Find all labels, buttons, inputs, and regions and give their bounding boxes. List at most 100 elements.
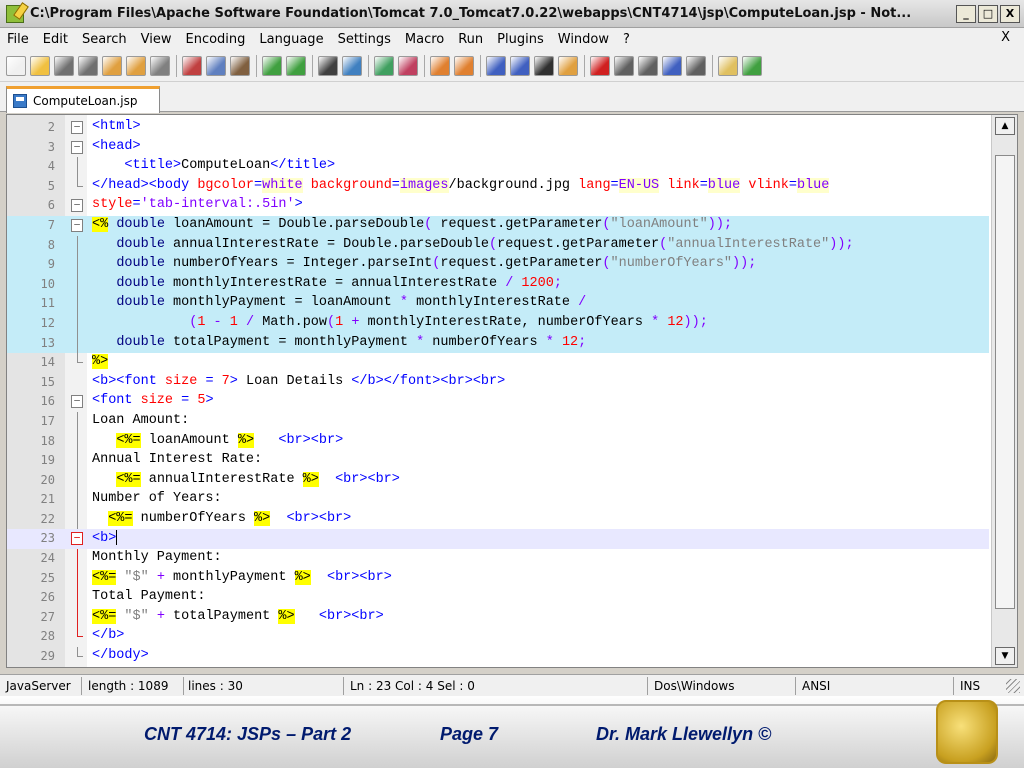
- code-line[interactable]: 6 − style='tab-interval:.5in'>: [7, 196, 989, 216]
- code-editor[interactable]: 2− <html> 3− <head> 4 <title>ComputeLoan</ti…: [6, 114, 1018, 668]
- spell-check-icon[interactable]: [742, 55, 762, 76]
- cut-icon[interactable]: [182, 55, 202, 76]
- code-line[interactable]: 17 Loan Amount:: [7, 411, 989, 432]
- code-line[interactable]: 18 <%= loanAmount %> <br><br>: [7, 431, 989, 452]
- code-line[interactable]: 4 <title>ComputeLoan</title>: [7, 157, 989, 178]
- code-lines[interactable]: 2− <html> 3− <head> 4 <title>ComputeLoan</ti…: [7, 118, 989, 667]
- code-line[interactable]: 5 </head><body bgcolor=white background=i…: [7, 176, 989, 197]
- save-all-icon[interactable]: [78, 55, 98, 76]
- code-line[interactable]: 19 Annual Interest Rate:: [7, 451, 989, 472]
- replace-icon[interactable]: [342, 55, 362, 76]
- line-number: 16: [40, 394, 55, 409]
- code-text: <%= annualInterestRate %> <br><br>: [116, 471, 400, 487]
- code-line[interactable]: 22 <%= numberOfYears %> <br><br>: [7, 509, 989, 530]
- copy-icon[interactable]: [206, 55, 226, 76]
- code-line[interactable]: 26 Total Payment:: [7, 588, 989, 609]
- record-macro-icon[interactable]: [590, 55, 610, 76]
- menu-search[interactable]: Search: [75, 32, 134, 47]
- code-text: <%= "$" + monthlyPayment %> <br><br>: [92, 569, 392, 585]
- code-line[interactable]: 2 − <html>: [7, 118, 989, 138]
- save-macro-icon[interactable]: [686, 55, 706, 76]
- code-line[interactable]: 28 </b>: [7, 627, 989, 647]
- menu-encoding[interactable]: Encoding: [178, 32, 252, 47]
- menu-settings[interactable]: Settings: [331, 32, 398, 47]
- line-number: 18: [40, 433, 55, 448]
- code-line[interactable]: 16 − <font size = 5>: [7, 392, 989, 412]
- paste-icon[interactable]: [230, 55, 250, 76]
- code-line[interactable]: 27 <%= "$" + totalPayment %> <br><br>: [7, 607, 989, 628]
- fold-toggle-icon[interactable]: −: [71, 218, 83, 232]
- sync-vertical-icon[interactable]: [430, 55, 450, 76]
- fold-toggle-icon[interactable]: −: [71, 199, 83, 213]
- fold-guide: [77, 451, 78, 472]
- fold-guide: [77, 333, 78, 354]
- menu-run[interactable]: Run: [451, 32, 490, 47]
- scroll-down-button[interactable]: ▼: [995, 647, 1015, 665]
- code-text: double monthlyInterestRate = annualInter…: [116, 275, 562, 291]
- code-line[interactable]: 7 − <% double loanAmount = Double.parseDou…: [7, 215, 989, 236]
- code-line[interactable]: 25 <%= "$" + monthlyPayment %> <br><br>: [7, 568, 989, 589]
- save-icon[interactable]: [54, 55, 74, 76]
- run-macro-multiple-icon[interactable]: [662, 55, 682, 76]
- indent-guide-icon[interactable]: [534, 55, 554, 76]
- word-wrap-icon[interactable]: [486, 55, 506, 76]
- find-icon[interactable]: [318, 55, 338, 76]
- redo-icon[interactable]: [286, 55, 306, 76]
- show-all-chars-icon[interactable]: [510, 55, 530, 76]
- zoom-out-icon[interactable]: [398, 55, 418, 76]
- menu-help[interactable]: ?: [616, 32, 637, 47]
- undo-icon[interactable]: [262, 55, 282, 76]
- code-line[interactable]: 13 double totalPayment = monthlyPayment …: [7, 333, 989, 354]
- code-text: </b>: [92, 628, 125, 644]
- menu-file[interactable]: File: [0, 32, 36, 47]
- code-line[interactable]: 8 double annualInterestRate = Double.par…: [7, 235, 989, 256]
- close-button[interactable]: X: [1000, 4, 1020, 23]
- zoom-in-icon[interactable]: [374, 55, 394, 76]
- footer-divider: [0, 704, 1024, 706]
- fold-toggle-icon[interactable]: −: [71, 532, 83, 546]
- menu-edit[interactable]: Edit: [36, 32, 75, 47]
- status-length: length : 1089: [84, 677, 184, 695]
- code-line[interactable]: 12 (1 - 1 / Math.pow(1 + monthlyInterest…: [7, 313, 989, 334]
- code-line[interactable]: 23 − <b>: [7, 529, 989, 550]
- language-icon[interactable]: [558, 55, 578, 76]
- line-number: 10: [40, 276, 55, 291]
- code-line[interactable]: 10 double monthlyInterestRate = annualIn…: [7, 274, 989, 295]
- code-line[interactable]: 3 − <head>: [7, 138, 989, 158]
- scroll-up-button[interactable]: ▲: [995, 117, 1015, 135]
- code-line[interactable]: 29 </body>: [7, 647, 989, 667]
- tab-computeloan[interactable]: ComputeLoan.jsp: [6, 86, 160, 113]
- open-file-icon[interactable]: [30, 55, 50, 76]
- maximize-button[interactable]: □: [978, 4, 998, 23]
- stop-record-icon[interactable]: [614, 55, 634, 76]
- sync-horizontal-icon[interactable]: [454, 55, 474, 76]
- vertical-scrollbar[interactable]: ▲ ▼: [991, 115, 1017, 667]
- fold-toggle-icon[interactable]: −: [71, 395, 83, 409]
- code-line[interactable]: 11 double monthlyPayment = loanAmount * …: [7, 294, 989, 315]
- print-icon[interactable]: [150, 55, 170, 76]
- menu-language[interactable]: Language: [252, 32, 330, 47]
- menu-plugins[interactable]: Plugins: [490, 32, 551, 47]
- minimize-button[interactable]: _: [956, 4, 976, 23]
- scroll-thumb[interactable]: [995, 155, 1015, 609]
- close-document-button[interactable]: X: [1001, 30, 1010, 45]
- code-line[interactable]: 20 <%= annualInterestRate %> <br><br>: [7, 470, 989, 491]
- fold-guide: [77, 470, 78, 491]
- code-line[interactable]: 24 Monthly Payment:: [7, 549, 989, 570]
- code-line[interactable]: 9 double numberOfYears = Integer.parseIn…: [7, 255, 989, 276]
- fold-toggle-icon[interactable]: −: [71, 121, 83, 134]
- code-line[interactable]: 21 Number of Years:: [7, 490, 989, 511]
- resize-grip-icon[interactable]: [1006, 679, 1020, 693]
- close-icon[interactable]: [102, 55, 122, 76]
- menu-window[interactable]: Window: [551, 32, 616, 47]
- menu-macro[interactable]: Macro: [398, 32, 451, 47]
- file-browser-icon[interactable]: [718, 55, 738, 76]
- fold-toggle-icon[interactable]: −: [71, 140, 83, 154]
- new-file-icon[interactable]: [6, 55, 26, 76]
- code-line[interactable]: 15 <b><font size = 7> Loan Details </b></…: [7, 373, 989, 393]
- menu-view[interactable]: View: [134, 32, 179, 47]
- play-macro-icon[interactable]: [638, 55, 658, 76]
- close-all-icon[interactable]: [126, 55, 146, 76]
- code-text: <%= loanAmount %> <br><br>: [116, 432, 344, 448]
- code-line[interactable]: 14 %>: [7, 353, 989, 373]
